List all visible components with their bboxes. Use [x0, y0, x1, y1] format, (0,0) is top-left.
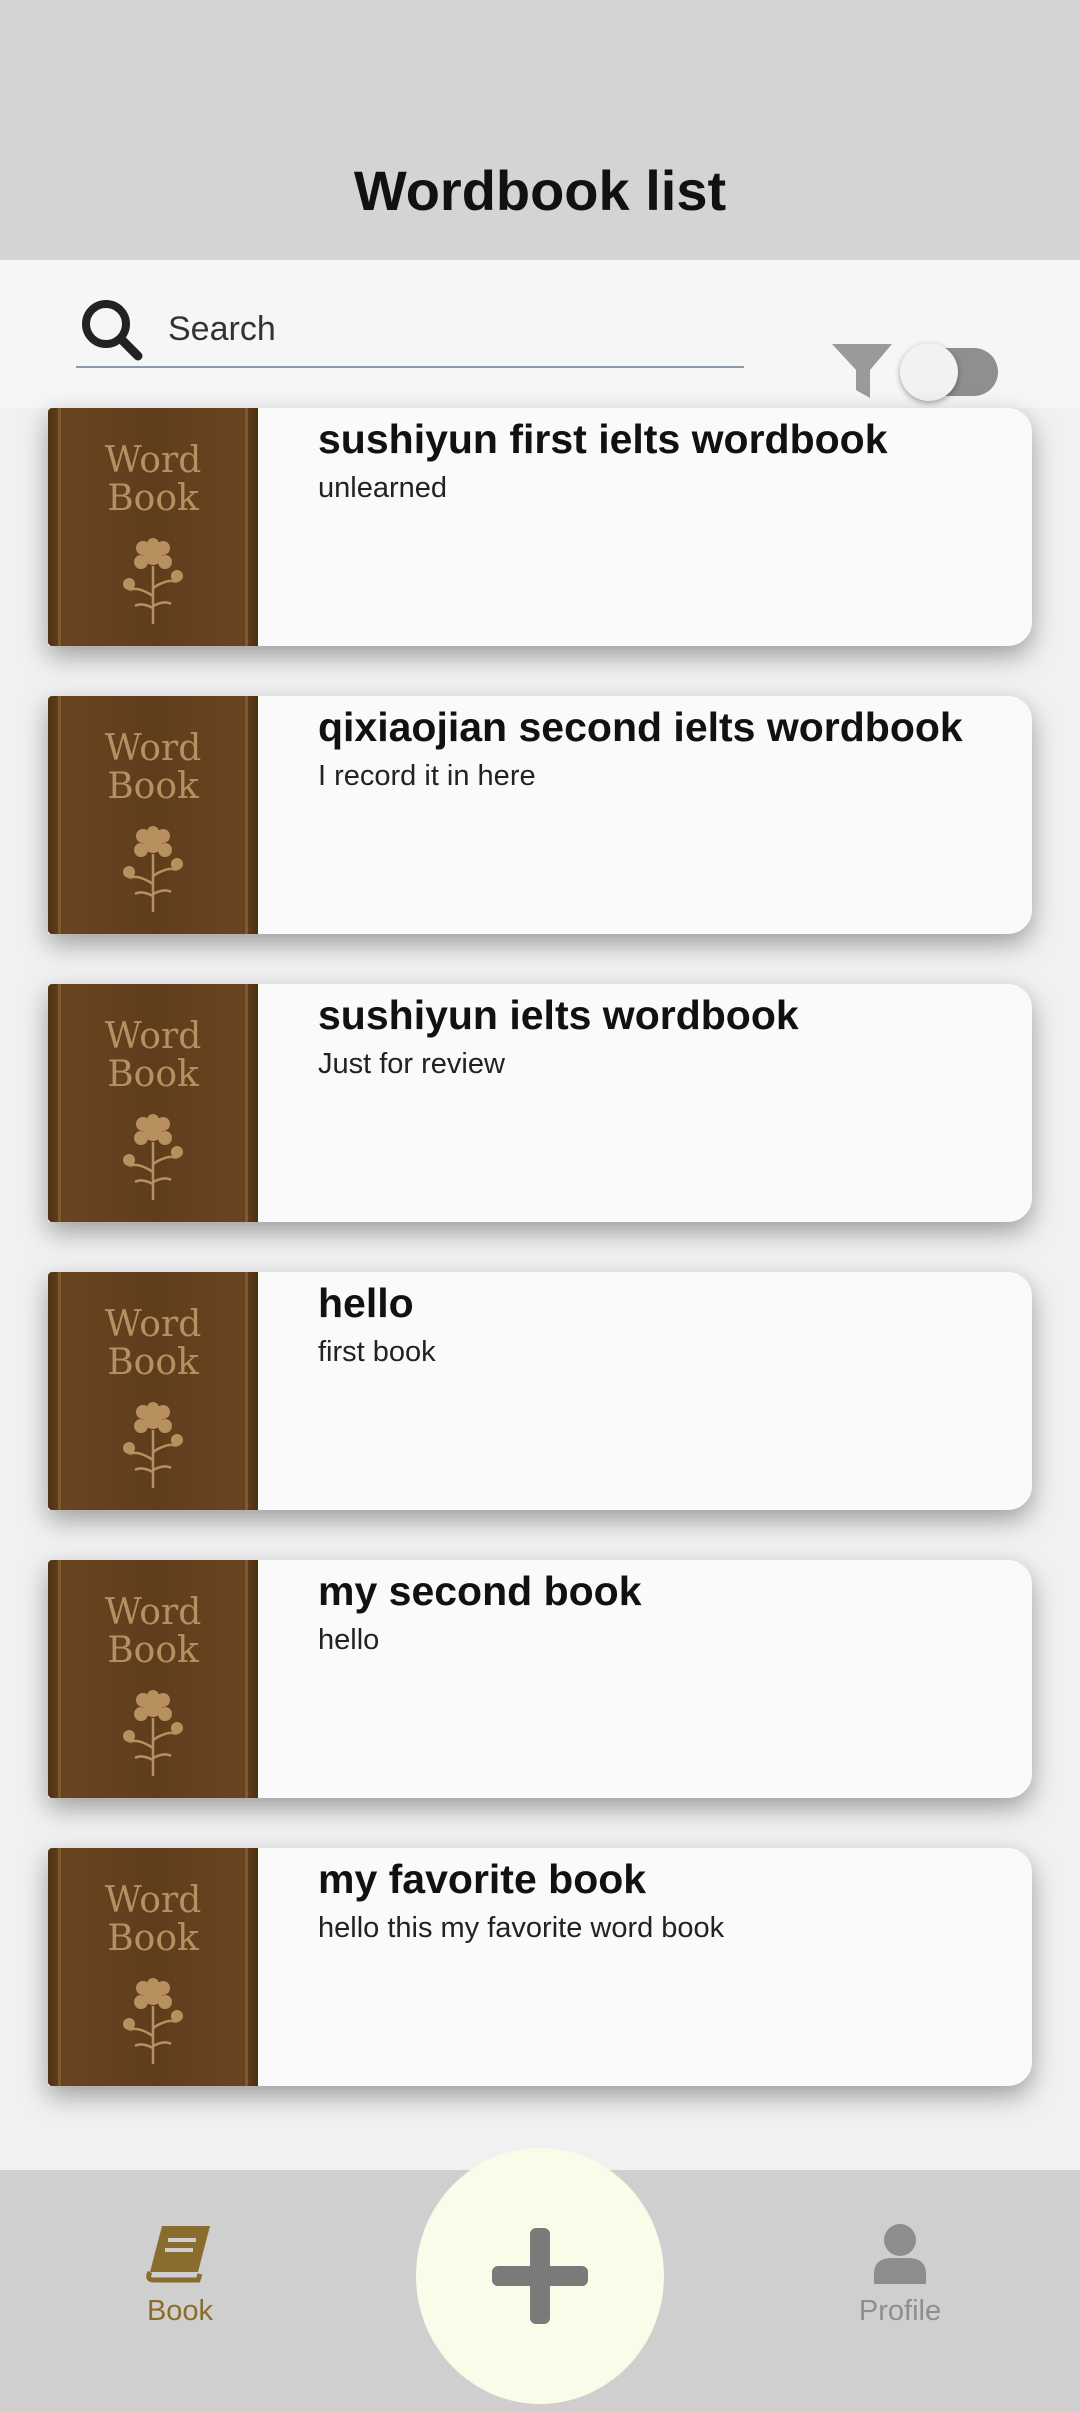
cover-book: Book — [107, 478, 199, 519]
wordbook-card[interactable]: Word Book qixiaojian second ielts wordboo… — [48, 696, 1032, 934]
header-bar: Wordbook list — [0, 0, 1080, 260]
app-root: Wordbook list WordBook — [0, 0, 1080, 2412]
cover-text: Word Book — [48, 730, 258, 806]
wordbook-title: sushiyun ielts wordbook — [318, 992, 799, 1038]
wordbook-title: sushiyun first ielts wordbook — [318, 416, 888, 462]
cover-word: Word — [104, 440, 202, 481]
cover-book: Book — [107, 1342, 199, 1383]
wordbook-card[interactable]: Word Book sushiyun first ielts wordbook u… — [48, 408, 1032, 646]
filter-icon[interactable] — [830, 340, 894, 402]
flower-icon — [123, 1114, 183, 1200]
cover-word: Word — [104, 1304, 202, 1345]
cover-word: Word — [104, 1880, 202, 1921]
flower-icon — [123, 1978, 183, 2064]
search-input[interactable] — [168, 309, 688, 349]
page-title: Wordbook list — [353, 159, 727, 222]
wordbook-card[interactable]: Word Book hello first book — [48, 1272, 1032, 1510]
cover-text: Word Book — [48, 1018, 258, 1094]
filter-toggle[interactable] — [900, 343, 998, 401]
book-cover: Word Book — [48, 408, 258, 646]
cover-word: Word — [104, 728, 202, 769]
nav-item-book[interactable]: Book — [100, 2222, 260, 2328]
cover-word: Word — [104, 1592, 202, 1633]
nav-item-profile[interactable]: Profile — [820, 2222, 980, 2328]
wordbook-description: hello this my favorite word book — [318, 1912, 725, 1944]
cover-book: Book — [107, 766, 199, 807]
cover-book: Book — [107, 1054, 199, 1095]
wordbook-title: qixiaojian second ielts wordbook — [318, 704, 963, 750]
wordbook-title: my favorite book — [318, 1856, 647, 1902]
cover-text: Word Book — [48, 1306, 258, 1382]
cover-book: Book — [107, 1630, 199, 1671]
wordbook-description: first book — [318, 1336, 436, 1368]
book-cover: Word Book — [48, 984, 258, 1222]
nav-label-profile: Profile — [858, 2295, 942, 2327]
wordbook-card[interactable]: Word Book my favorite book hello this my … — [48, 1848, 1032, 2086]
book-cover: Word Book — [48, 1560, 258, 1798]
book-cover: Word Book — [48, 696, 258, 934]
toggle-knob — [900, 343, 958, 401]
cover-word: Word — [104, 1016, 202, 1057]
person-icon — [874, 2224, 926, 2284]
flower-icon — [123, 826, 183, 912]
wordbook-card[interactable]: Word Book my second book hello — [48, 1560, 1032, 1798]
add-wordbook-button[interactable] — [416, 2148, 664, 2404]
wordbook-title: my second book — [318, 1568, 642, 1614]
search-icon — [82, 300, 143, 361]
nav-label-book: Book — [146, 2295, 214, 2327]
book-cover: Word Book — [48, 1272, 258, 1510]
search-bar — [0, 260, 1080, 408]
flower-icon — [123, 1690, 183, 1776]
flower-icon — [123, 1402, 183, 1488]
cover-book: Book — [107, 1918, 199, 1959]
wordbook-title: hello — [318, 1280, 414, 1326]
wordbook-description: hello — [318, 1624, 380, 1656]
wordbook-description: Just for review — [318, 1048, 505, 1080]
book-icon — [146, 2226, 210, 2283]
flower-icon — [123, 538, 183, 624]
plus-icon — [492, 2228, 588, 2324]
search-field[interactable] — [76, 292, 744, 368]
book-cover: Word Book — [48, 1848, 258, 2086]
cover-text: Word Book — [48, 1882, 258, 1958]
cover-text: Word Book — [48, 442, 258, 518]
cover-text: Word Book — [48, 1594, 258, 1670]
wordbook-description: I record it in here — [318, 760, 536, 792]
wordbook-description: unlearned — [318, 472, 447, 504]
wordbook-card[interactable]: Word Book sushiyun ielts wordbook Just fo… — [48, 984, 1032, 1222]
